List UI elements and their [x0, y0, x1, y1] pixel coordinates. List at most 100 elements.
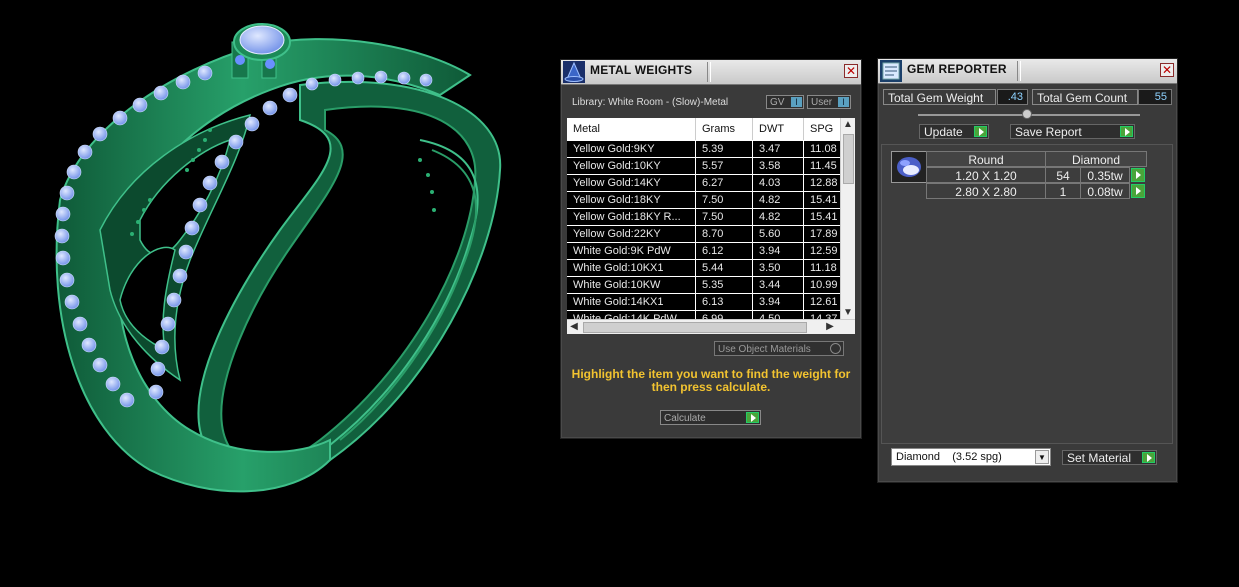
- metal-name: Yellow Gold:18KY: [567, 192, 696, 208]
- table-row[interactable]: White Gold:9K PdW 6.12 3.94 12.59: [567, 243, 841, 260]
- metal-name: White Gold:9K PdW: [567, 243, 696, 259]
- calculate-label: Calculate: [664, 413, 706, 424]
- table-row[interactable]: White Gold:10KW 5.35 3.44 10.99: [567, 277, 841, 294]
- play-arrow-icon: [1120, 126, 1133, 137]
- close-icon[interactable]: ✕: [844, 64, 858, 78]
- gem-report-icon: [880, 60, 902, 82]
- user-label: User: [811, 97, 833, 108]
- close-icon[interactable]: ✕: [1160, 63, 1174, 77]
- grams-value: 6.27: [696, 175, 753, 191]
- grams-value: 5.39: [696, 141, 753, 157]
- grams-value: 5.44: [696, 260, 753, 276]
- dwt-value: 5.60: [753, 226, 804, 242]
- column-header-metal[interactable]: Metal: [567, 118, 696, 140]
- play-arrow-icon: [974, 126, 987, 137]
- gem-weight: 0.08tw: [1080, 183, 1130, 199]
- wizard-hat-icon: [563, 61, 585, 83]
- vertical-scrollbar[interactable]: ▲ ▼: [840, 118, 855, 320]
- update-label: Update: [924, 125, 963, 139]
- table-row[interactable]: Yellow Gold:18KY R... 7.50 4.82 15.41: [567, 209, 841, 226]
- table-row[interactable]: White Gold:10KX1 5.44 3.50 11.18: [567, 260, 841, 277]
- metal-name: Yellow Gold:18KY R...: [567, 209, 696, 225]
- dwt-value: 4.82: [753, 192, 804, 208]
- table-row[interactable]: Yellow Gold:22KY 8.70 5.60 17.89: [567, 226, 841, 243]
- metal-name: Yellow Gold:14KY: [567, 175, 696, 191]
- table-row[interactable]: Yellow Gold:10KY 5.57 3.58 11.45: [567, 158, 841, 175]
- scroll-thumb[interactable]: [583, 322, 807, 333]
- grams-value: 5.57: [696, 158, 753, 174]
- use-object-materials-toggle[interactable]: Use Object Materials: [714, 341, 844, 356]
- scroll-left-icon[interactable]: ◀: [567, 320, 581, 334]
- title-separator: [1017, 61, 1021, 81]
- total-gem-count-value: 55: [1138, 89, 1172, 105]
- metal-name: Yellow Gold:22KY: [567, 226, 696, 242]
- gem-weight: 0.35tw: [1080, 167, 1130, 183]
- gem-reporter-panel: GEM REPORTER ✕ Total Gem Weight .43 Tota…: [877, 58, 1178, 483]
- total-gem-weight-label: Total Gem Weight: [883, 89, 996, 105]
- play-arrow-icon: [1142, 452, 1155, 463]
- metal-name: Yellow Gold:10KY: [567, 158, 696, 174]
- radio-icon: [830, 343, 841, 354]
- select-row-arrow-icon[interactable]: [1131, 184, 1145, 198]
- table-row[interactable]: White Gold:14KX1 6.13 3.94 12.61: [567, 294, 841, 311]
- round-diamond-icon: [891, 151, 927, 183]
- toggle-indicator-icon: I: [791, 97, 802, 107]
- toggle-indicator-icon: I: [838, 97, 849, 107]
- material-select[interactable]: Diamond (3.52 spg) ▼: [891, 448, 1051, 466]
- scroll-right-icon[interactable]: ▶: [823, 320, 837, 334]
- metal-weights-titlebar[interactable]: METAL WEIGHTS ✕: [561, 60, 861, 85]
- metal-name: White Gold:14KX1: [567, 294, 696, 310]
- scroll-down-icon[interactable]: ▼: [841, 306, 855, 320]
- grams-value: 8.70: [696, 226, 753, 242]
- dwt-value: 3.44: [753, 277, 804, 293]
- chevron-down-icon[interactable]: ▼: [1035, 450, 1049, 464]
- play-arrow-icon: [746, 412, 759, 423]
- gem-size: 1.20 X 1.20: [926, 167, 1046, 183]
- metal-table-header: Metal Grams DWT SPG: [567, 118, 841, 140]
- dwt-value: 3.58: [753, 158, 804, 174]
- save-report-button[interactable]: Save Report: [1010, 124, 1135, 139]
- gv-label: GV: [770, 97, 785, 108]
- metal-weights-title: METAL WEIGHTS: [590, 63, 693, 77]
- grams-value: 7.50: [696, 209, 753, 225]
- grams-value: 6.12: [696, 243, 753, 259]
- scroll-thumb[interactable]: [843, 134, 854, 184]
- metal-name: Yellow Gold:9KY: [567, 141, 696, 157]
- grams-value: 6.13: [696, 294, 753, 310]
- dwt-value: 3.94: [753, 243, 804, 259]
- update-button[interactable]: Update: [919, 124, 989, 139]
- cut-header: Round: [926, 151, 1046, 167]
- title-separator: [707, 62, 711, 82]
- metal-name: White Gold:10KW: [567, 277, 696, 293]
- gem-count: 1: [1045, 183, 1081, 199]
- gem-reporter-titlebar[interactable]: GEM REPORTER ✕: [878, 59, 1177, 84]
- table-row[interactable]: Yellow Gold:18KY 7.50 4.82 15.41: [567, 192, 841, 209]
- table-row[interactable]: Yellow Gold:14KY 6.27 4.03 12.88: [567, 175, 841, 192]
- gv-toggle[interactable]: GV I: [766, 95, 804, 109]
- set-material-button[interactable]: Set Material: [1062, 450, 1157, 465]
- material-select-value: Diamond (3.52 spg): [896, 451, 1002, 463]
- scroll-up-icon[interactable]: ▲: [841, 118, 855, 132]
- calculate-button[interactable]: Calculate: [660, 410, 761, 425]
- select-row-arrow-icon[interactable]: [1131, 168, 1145, 182]
- save-report-label: Save Report: [1015, 125, 1082, 139]
- grams-value: 5.35: [696, 277, 753, 293]
- ring-3d-viewport[interactable]: [0, 0, 555, 582]
- column-header-grams[interactable]: Grams: [696, 118, 753, 140]
- instruction-text: Highlight the item you want to find the …: [571, 367, 851, 394]
- metal-table[interactable]: Metal Grams DWT SPG Yellow Gold:9KY 5.39 3…: [567, 118, 855, 334]
- material-header: Diamond: [1045, 151, 1147, 167]
- use-object-materials-label: Use Object Materials: [718, 344, 811, 355]
- metal-weights-panel: METAL WEIGHTS ✕ Library: White Room - (S…: [560, 59, 862, 439]
- gem-reporter-title: GEM REPORTER: [907, 62, 1007, 76]
- column-header-dwt[interactable]: DWT: [753, 118, 804, 140]
- total-gem-count-label: Total Gem Count: [1032, 89, 1138, 105]
- dwt-value: 3.94: [753, 294, 804, 310]
- slider-knob[interactable]: [1022, 109, 1032, 119]
- user-toggle[interactable]: User I: [807, 95, 851, 109]
- metal-name: White Gold:10KX1: [567, 260, 696, 276]
- table-row[interactable]: Yellow Gold:9KY 5.39 3.47 11.08: [567, 141, 841, 158]
- total-gem-weight-value: .43: [997, 89, 1028, 105]
- dwt-value: 4.82: [753, 209, 804, 225]
- horizontal-scrollbar[interactable]: ◀ ▶: [567, 319, 855, 334]
